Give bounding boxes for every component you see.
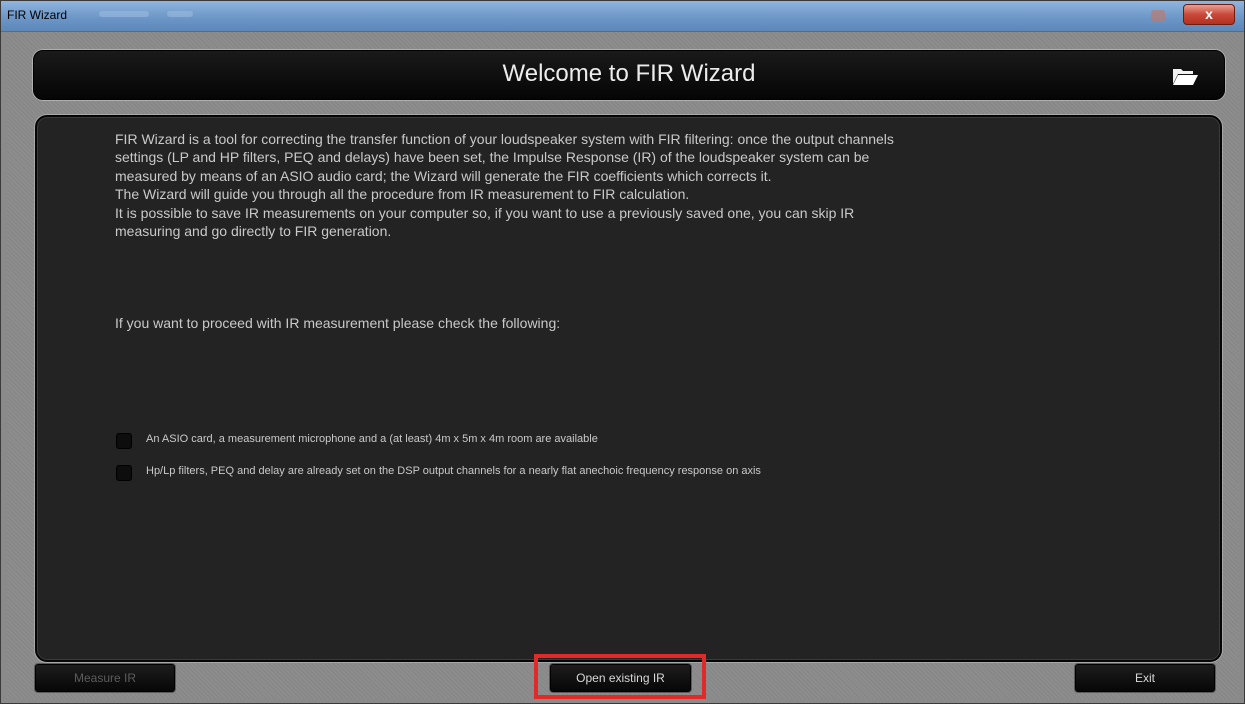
intro-line: settings (LP and HP filters, PEQ and del… bbox=[115, 149, 870, 166]
intro-line: It is possible to save IR measurements o… bbox=[115, 204, 855, 221]
exit-button[interactable]: Exit bbox=[1075, 664, 1215, 692]
highlight-box bbox=[534, 654, 706, 699]
title-bar-blur bbox=[1151, 10, 1165, 22]
intro-line: measured by means of an ASIO audio card;… bbox=[115, 167, 772, 184]
checkbox-label: An ASIO card, a measurement microphone a… bbox=[146, 433, 598, 445]
title-bar-blur bbox=[99, 11, 149, 17]
close-icon: x bbox=[1205, 6, 1213, 22]
checklist-heading: If you want to proceed with IR measureme… bbox=[115, 315, 561, 331]
fir-wizard-window: FIR Wizard x Welcome to FIR Wizard FIR W… bbox=[0, 0, 1245, 704]
title-bar[interactable]: FIR Wizard x bbox=[1, 1, 1244, 32]
page-title: Welcome to FIR Wizard bbox=[502, 60, 756, 87]
dsp-settings-checkbox[interactable] bbox=[116, 465, 132, 481]
folder-open-icon[interactable] bbox=[1171, 65, 1199, 87]
close-button[interactable]: x bbox=[1183, 4, 1235, 25]
intro-text: FIR Wizard is a tool for correcting the … bbox=[115, 130, 1065, 240]
intro-line: FIR Wizard is a tool for correcting the … bbox=[115, 131, 894, 147]
checkbox-label: Hp/Lp filters, PEQ and delay are already… bbox=[146, 465, 761, 477]
header-bar: Welcome to FIR Wizard bbox=[33, 50, 1225, 100]
window-title: FIR Wizard bbox=[7, 8, 67, 22]
title-bar-blur bbox=[167, 11, 193, 17]
intro-line: measuring and go directly to FIR generat… bbox=[115, 223, 392, 240]
measure-ir-button[interactable]: Measure IR bbox=[35, 664, 175, 692]
asio-checkbox[interactable] bbox=[116, 433, 132, 449]
client-area: Welcome to FIR Wizard FIR Wizard is a to… bbox=[7, 32, 1239, 699]
intro-line: The Wizard will guide you through all th… bbox=[115, 186, 690, 203]
